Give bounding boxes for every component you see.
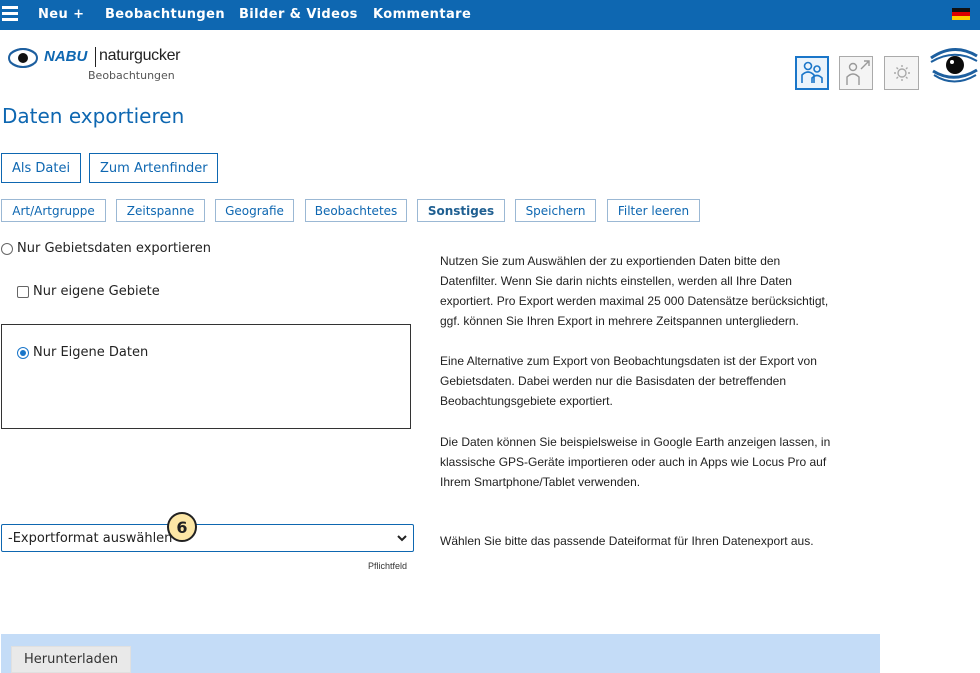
gebietsdaten-radio-row[interactable]: Nur Gebietsdaten exportieren [1, 241, 211, 256]
tab-beobachtetes[interactable]: Beobachtetes [305, 199, 407, 222]
eigene-daten-radio-row[interactable]: Nur Eigene Daten [17, 345, 148, 360]
tab-sonstiges[interactable]: Sonstiges [417, 199, 505, 222]
nav-kommentare[interactable]: Kommentare [373, 7, 471, 22]
page-title: Daten exportieren [2, 104, 185, 128]
tab-art-artgruppe[interactable]: Art/Artgruppe [1, 199, 106, 222]
nabu-eye-icon [8, 48, 38, 68]
eigene-gebiete-checkbox[interactable] [17, 285, 29, 298]
person-arrow-icon[interactable] [839, 56, 873, 90]
gebietsdaten-radio[interactable] [1, 242, 13, 255]
logo-divider [95, 47, 96, 67]
tab-speichern[interactable]: Speichern [515, 199, 596, 222]
zum-artenfinder-button[interactable]: Zum Artenfinder [89, 153, 218, 183]
eigene-gebiete-label: Nur eigene Gebiete [33, 284, 160, 299]
eigene-daten-panel [1, 324, 411, 429]
nav-bilder-videos[interactable]: Bilder & Videos [239, 7, 358, 22]
people-icon[interactable] [795, 56, 829, 90]
help-paragraph-1: Nutzen Sie zum Auswählen der zu exportie… [440, 254, 829, 328]
eigene-daten-radio[interactable] [17, 346, 29, 359]
logo-subtitle: Beobachtungen [88, 69, 175, 82]
german-flag-icon[interactable] [952, 8, 970, 20]
logo-naturgucker-text: naturgucker [99, 47, 181, 64]
gebietsdaten-label: Nur Gebietsdaten exportieren [17, 241, 211, 256]
download-button[interactable]: Herunterladen [11, 646, 132, 673]
export-format-value: -Exportformat auswählen- [8, 530, 178, 546]
naturgucker-eye-logo[interactable] [928, 40, 980, 90]
format-hint: Wählen Sie bitte das passende Dateiforma… [440, 534, 814, 548]
nav-beobachtungen[interactable]: Beobachtungen [105, 7, 225, 22]
als-datei-button[interactable]: Als Datei [1, 153, 81, 183]
help-paragraph-3: Die Daten können Sie beispielsweise in G… [440, 435, 831, 489]
tab-zeitspanne[interactable]: Zeitspanne [116, 199, 205, 222]
top-navigation-bar: Neu + Beobachtungen Bilder & Videos Komm… [0, 0, 980, 30]
sun-settings-icon[interactable] [884, 56, 919, 90]
logo-nabu-text: NABU [44, 48, 88, 65]
chevron-down-icon [397, 535, 407, 542]
tab-geografie[interactable]: Geografie [215, 199, 294, 222]
eigene-daten-label: Nur Eigene Daten [33, 345, 149, 360]
download-bar [1, 634, 880, 673]
step-badge: 6 [167, 512, 197, 542]
tab-filter-leeren[interactable]: Filter leeren [607, 199, 700, 222]
export-format-select[interactable]: -Exportformat auswählen- [1, 524, 414, 552]
help-paragraph-2: Eine Alternative zum Export von Beobacht… [440, 354, 817, 408]
nav-new[interactable]: Neu + [38, 7, 84, 22]
hamburger-menu-icon[interactable] [2, 6, 18, 22]
required-field-label: Pflichtfeld [368, 561, 408, 571]
eigene-gebiete-checkbox-row[interactable]: Nur eigene Gebiete [17, 284, 160, 299]
